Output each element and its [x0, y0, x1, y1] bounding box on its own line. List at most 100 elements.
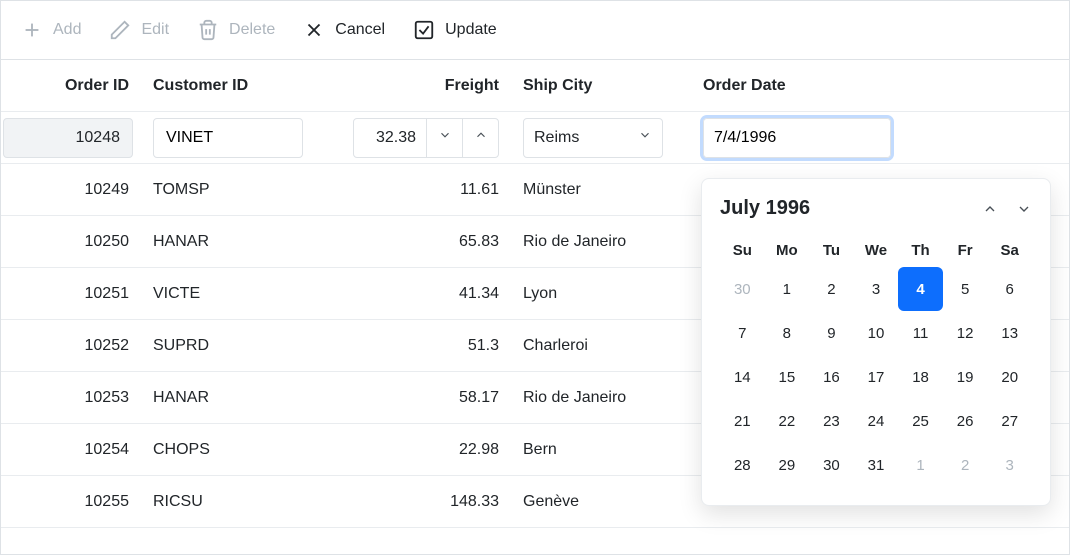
calendar-day[interactable]: 3: [854, 267, 899, 311]
calendar-weekday: Su: [720, 234, 765, 267]
cell-shipcity: Charleroi: [511, 337, 691, 355]
freight-decrement[interactable]: [426, 119, 462, 157]
calendar-day[interactable]: 6: [987, 267, 1032, 311]
calendar-day[interactable]: 30: [809, 443, 854, 487]
customerid-input[interactable]: [153, 118, 303, 158]
calendar-day[interactable]: 11: [898, 311, 943, 355]
cell-shipcity: Rio de Janeiro: [511, 389, 691, 407]
cell-freight: 51.3: [311, 337, 511, 355]
cancel-button[interactable]: Cancel: [303, 19, 385, 41]
calendar-day[interactable]: 4: [898, 267, 943, 311]
cell-customer: RICSU: [141, 493, 311, 511]
toolbar: Add Edit Delete Cancel Update: [1, 0, 1069, 60]
col-orderdate[interactable]: Order Date: [691, 77, 891, 95]
calendar-day[interactable]: 15: [765, 355, 810, 399]
calendar-weekday: Fr: [943, 234, 988, 267]
cell-customer: CHOPS: [141, 441, 311, 459]
cell-customer: VICTE: [141, 285, 311, 303]
calendar-day[interactable]: 12: [943, 311, 988, 355]
calendar-day[interactable]: 19: [943, 355, 988, 399]
calendar-day[interactable]: 10: [854, 311, 899, 355]
calendar-day[interactable]: 20: [987, 355, 1032, 399]
calendar-day[interactable]: 13: [987, 311, 1032, 355]
orderdate-picker[interactable]: [703, 118, 891, 158]
calendar-day[interactable]: 29: [765, 443, 810, 487]
calendar-day[interactable]: 1: [898, 443, 943, 487]
calendar-day[interactable]: 30: [720, 267, 765, 311]
freight-value: 32.38: [354, 129, 426, 147]
edit-button[interactable]: Edit: [109, 19, 169, 41]
trash-icon: [197, 19, 219, 41]
chevron-down-icon: [1016, 201, 1032, 217]
calendar-weekday: Sa: [987, 234, 1032, 267]
calendar-day[interactable]: 1: [765, 267, 810, 311]
col-orderid[interactable]: Order ID: [1, 77, 141, 95]
freight-stepper[interactable]: 32.38: [353, 118, 499, 158]
edit-label: Edit: [141, 21, 169, 39]
plus-icon: [21, 19, 43, 41]
calendar-day[interactable]: 31: [854, 443, 899, 487]
calendar-day[interactable]: 17: [854, 355, 899, 399]
calendar-day[interactable]: 14: [720, 355, 765, 399]
cell-shipcity: Bern: [511, 441, 691, 459]
edit-row: 10248 32.38 Reims: [1, 112, 1069, 164]
cell-orderid: 10254: [1, 441, 141, 459]
col-shipcity[interactable]: Ship City: [511, 77, 691, 95]
cell-freight: 65.83: [311, 233, 511, 251]
cell-orderid: 10252: [1, 337, 141, 355]
cell-orderid: 10253: [1, 389, 141, 407]
calendar-day[interactable]: 18: [898, 355, 943, 399]
cell-customer: HANAR: [141, 389, 311, 407]
calendar-day[interactable]: 25: [898, 399, 943, 443]
shipcity-value: Reims: [534, 129, 579, 147]
delete-button[interactable]: Delete: [197, 19, 275, 41]
calendar-day[interactable]: 27: [987, 399, 1032, 443]
calendar-day[interactable]: 21: [720, 399, 765, 443]
chevron-down-icon: [638, 128, 652, 147]
calendar-weekday: We: [854, 234, 899, 267]
calendar-day[interactable]: 2: [943, 443, 988, 487]
calendar-day[interactable]: 7: [720, 311, 765, 355]
calendar-day[interactable]: 24: [854, 399, 899, 443]
col-customer[interactable]: Customer ID: [141, 77, 311, 95]
cell-shipcity: Lyon: [511, 285, 691, 303]
calendar-day[interactable]: 16: [809, 355, 854, 399]
orderid-readonly: 10248: [3, 118, 133, 158]
calendar-prev[interactable]: [982, 201, 998, 217]
calendar-day[interactable]: 28: [720, 443, 765, 487]
cell-customer: TOMSP: [141, 181, 311, 199]
cell-orderid: 10249: [1, 181, 141, 199]
freight-increment[interactable]: [462, 119, 498, 157]
update-button[interactable]: Update: [413, 19, 497, 41]
calendar-weekday: Mo: [765, 234, 810, 267]
shipcity-dropdown[interactable]: Reims: [523, 118, 663, 158]
chevron-up-icon: [474, 128, 488, 147]
calendar-day[interactable]: 3: [987, 443, 1032, 487]
calendar-next[interactable]: [1016, 201, 1032, 217]
chevron-down-icon: [438, 128, 452, 147]
cell-freight: 58.17: [311, 389, 511, 407]
cell-freight: 11.61: [311, 181, 511, 199]
orderdate-input[interactable]: [704, 119, 891, 157]
chevron-up-icon: [982, 201, 998, 217]
add-label: Add: [53, 21, 81, 39]
cell-freight: 148.33: [311, 493, 511, 511]
add-button[interactable]: Add: [21, 19, 81, 41]
cell-shipcity: Genève: [511, 493, 691, 511]
col-freight[interactable]: Freight: [311, 77, 511, 95]
cell-customer: SUPRD: [141, 337, 311, 355]
save-check-icon: [413, 19, 435, 41]
x-icon: [303, 19, 325, 41]
cell-orderid: 10255: [1, 493, 141, 511]
calendar-day[interactable]: 9: [809, 311, 854, 355]
calendar-day[interactable]: 23: [809, 399, 854, 443]
calendar-day[interactable]: 26: [943, 399, 988, 443]
calendar-day[interactable]: 22: [765, 399, 810, 443]
cell-freight: 41.34: [311, 285, 511, 303]
calendar-popup: July 1996 SuMoTuWeThFrSa 301234567891011…: [701, 178, 1051, 506]
calendar-title[interactable]: July 1996: [720, 197, 810, 220]
calendar-weekday: Th: [898, 234, 943, 267]
calendar-day[interactable]: 5: [943, 267, 988, 311]
calendar-day[interactable]: 8: [765, 311, 810, 355]
calendar-day[interactable]: 2: [809, 267, 854, 311]
